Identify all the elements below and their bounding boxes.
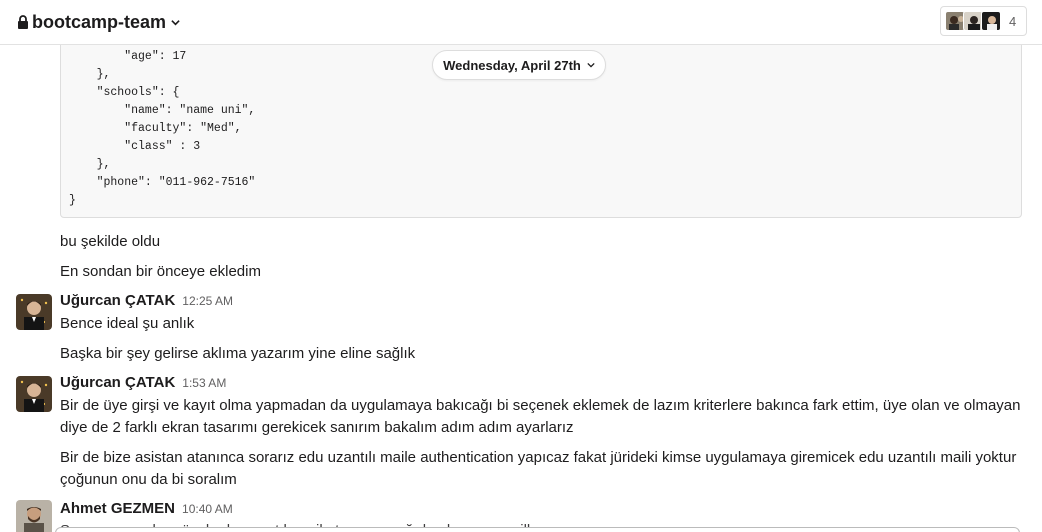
date-divider-button[interactable]: Wednesday, April 27th: [432, 50, 606, 80]
date-label: Wednesday, April 27th: [443, 57, 581, 73]
code-line: "name": "name uni",: [69, 104, 256, 117]
message-header: Uğurcan ÇATAK 1:53 AM: [60, 374, 226, 394]
member-count: 4: [1009, 13, 1017, 29]
code-line: },: [69, 68, 111, 81]
user-avatar[interactable]: [16, 294, 52, 330]
channel-title: bootcamp-team: [32, 11, 167, 32]
author-name[interactable]: Uğurcan ÇATAK: [60, 374, 175, 391]
message-text: çoğunun onu da bi soralım: [60, 471, 237, 488]
chevron-down-icon: [587, 62, 595, 68]
author-name[interactable]: Ahmet GEZMEN: [60, 500, 175, 517]
message-timestamp[interactable]: 12:25 AM: [182, 294, 233, 308]
code-line: },: [69, 158, 111, 171]
chevron-down-icon: [171, 19, 180, 25]
lock-icon: [18, 14, 28, 29]
channel-name-button[interactable]: bootcamp-team: [17, 11, 180, 33]
message-text: Bir de bize asistan atanınca sorarız edu…: [60, 449, 1017, 466]
message-text: Bence ideal şu anlık: [60, 315, 195, 332]
message-header: Ahmet GEZMEN 10:40 AM: [60, 500, 233, 520]
author-name[interactable]: Uğurcan ÇATAK: [60, 292, 175, 309]
code-line: "class" : 3: [69, 140, 201, 153]
member-avatars: [945, 11, 1001, 31]
code-line: "faculty": "Med",: [69, 122, 242, 135]
members-button[interactable]: 4: [940, 6, 1027, 36]
message-text: diye de 2 farklı ekran tasarımı gerekice…: [60, 419, 574, 436]
message-text: Bir de üye girşi ve kayıt olma yapmadan …: [60, 397, 1021, 414]
message-text: bu şekilde oldu: [60, 233, 161, 250]
message-header: Uğurcan ÇATAK 12:25 AM: [60, 292, 233, 312]
message-timestamp[interactable]: 1:53 AM: [182, 376, 226, 390]
message-composer[interactable]: [55, 527, 1020, 532]
member-avatar: [963, 11, 983, 31]
user-avatar[interactable]: [16, 376, 52, 412]
message-timestamp[interactable]: 10:40 AM: [182, 502, 233, 516]
channel-header: bootcamp-team 4: [0, 0, 1042, 45]
code-line: "phone": "011-962-7516": [69, 176, 256, 189]
user-avatar[interactable]: [16, 500, 52, 532]
code-line: "schools": {: [69, 86, 180, 99]
message-text: Başka bir şey gelirse aklıma yazarım yin…: [60, 345, 416, 362]
code-line: "age": 17: [69, 50, 187, 63]
member-avatar: [945, 11, 965, 31]
message-text: En sondan bir önceye ekledim: [60, 263, 261, 280]
code-line: }: [69, 194, 76, 207]
member-avatar: [981, 11, 1001, 31]
